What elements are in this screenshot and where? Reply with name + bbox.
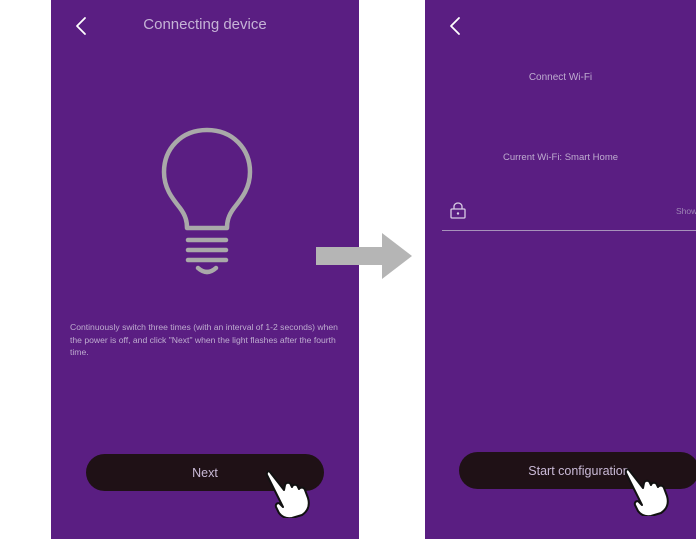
instruction-text: Continuously switch three times (with an… xyxy=(70,322,338,358)
next-button[interactable]: Next xyxy=(86,454,324,491)
input-divider xyxy=(442,230,696,231)
page-title: Connect Wi-Fi xyxy=(528,72,593,83)
start-configuration-button[interactable]: Start configuration xyxy=(459,452,696,489)
lock-icon xyxy=(450,202,466,219)
show-password-toggle[interactable]: Show xyxy=(676,206,696,216)
page-title: Connecting device xyxy=(143,16,267,33)
light-bulb-icon xyxy=(161,127,253,275)
chevron-left-icon[interactable] xyxy=(445,14,467,38)
current-wifi-label: Current Wi-Fi: Smart Home xyxy=(502,152,619,163)
connecting-device-screen: Connecting device Continuously switch th… xyxy=(51,0,359,539)
right-arrow-icon xyxy=(316,233,412,279)
connect-wifi-screen: Connect Wi-Fi Current Wi-Fi: Smart Home … xyxy=(425,0,696,539)
wifi-password-input[interactable] xyxy=(475,202,665,220)
